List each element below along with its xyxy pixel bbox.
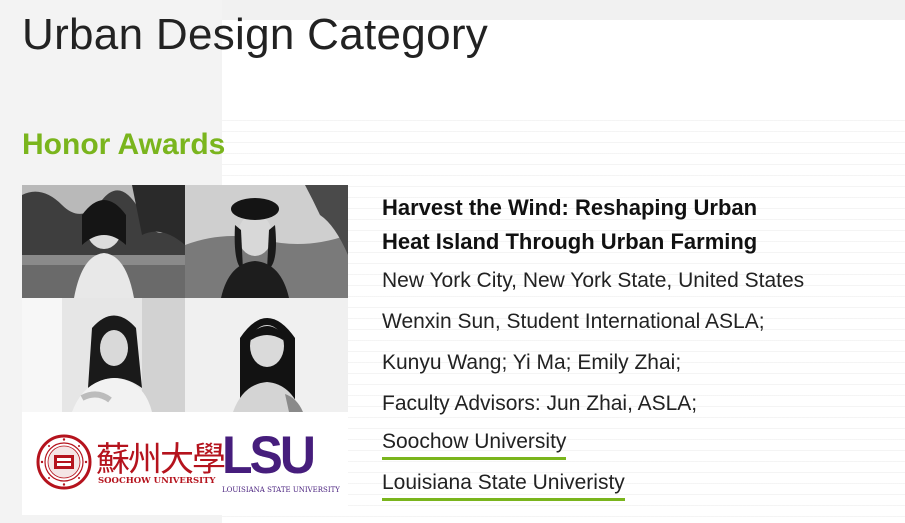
team-photo-4 (185, 298, 348, 412)
soochow-university-link[interactable]: Soochow University (382, 429, 567, 460)
soochow-seal-icon (36, 434, 92, 490)
faculty-advisors: Faculty Advisors: Jun Zhai, ASLA; (382, 392, 698, 415)
link-row-soochow: Soochow University (382, 424, 892, 465)
team-photo-3 (22, 298, 185, 412)
lsu-letters: LSU (222, 425, 316, 485)
team-members-line-1: Wenxin Sun, Student International ASLA; (382, 310, 765, 333)
university-logos: 蘇州大學 SOOCHOW UNIVERSITY LSU LOUISIANA ST… (22, 412, 348, 515)
team-photo-2 (185, 185, 348, 298)
lsu-logo: LSU LOUISIANA STATE UNIVERSITY (222, 425, 340, 494)
award-details: Harvest the Wind: Reshaping Urban Heat I… (382, 191, 892, 506)
section-heading-honor-awards: Honor Awards (22, 128, 226, 161)
soochow-wordmark-logo: 蘇州大學 SOOCHOW UNIVERSITY (96, 428, 226, 488)
team-members-line-2: Kunyu Wang; Yi Ma; Emily Zhai; (382, 351, 682, 374)
project-title-line-2: Heat Island Through Urban Farming (382, 229, 758, 254)
soochow-english-name: SOOCHOW UNIVERSITY (98, 476, 216, 486)
page-title: Urban Design Category (22, 10, 489, 59)
soochow-chinese-name: 蘇州大學 (96, 440, 226, 480)
project-location: New York City, New York State, United St… (382, 269, 805, 292)
lsu-full-name: LOUISIANA STATE UNIVERSITY (222, 486, 340, 494)
team-photo-grid (22, 185, 348, 412)
award-image-card: 蘇州大學 SOOCHOW UNIVERSITY LSU LOUISIANA ST… (22, 185, 348, 515)
team-photo-1 (22, 185, 185, 298)
louisiana-state-university-link[interactable]: Louisiana State Univeristy (382, 470, 625, 501)
project-title-line-1: Harvest the Wind: Reshaping Urban (382, 195, 758, 220)
link-row-lsu: Louisiana State Univeristy (382, 465, 892, 506)
